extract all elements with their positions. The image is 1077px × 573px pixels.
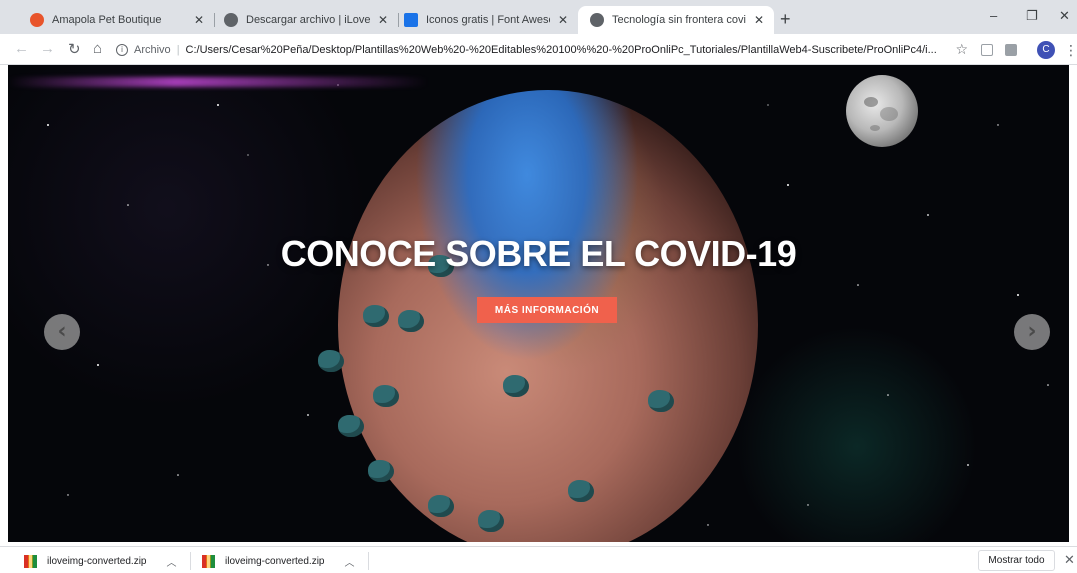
extension-icon[interactable] [981,44,993,56]
back-arrow-icon[interactable]: ← [14,40,29,57]
virus-spike [503,375,529,397]
close-window-icon[interactable]: ✕ [1059,8,1070,24]
menu-kebab-icon[interactable]: ⋮ [1064,42,1077,59]
download-filename: iloveimg-converted.zip [47,555,147,567]
virus-spike [428,495,454,517]
virus-spike [363,305,389,327]
download-filename: iloveimg-converted.zip [225,555,325,567]
tab-title: Descargar archivo | iLoveIMG [246,14,370,26]
tab-iloveimg[interactable]: Descargar archivo | iLoveIMG ✕ [212,6,399,34]
moon-image [846,75,918,147]
globe-icon [224,13,238,27]
bookmark-star-icon[interactable]: ☆ [955,41,968,58]
new-tab-button[interactable]: + [780,9,791,30]
download-item[interactable]: iloveimg-converted.zip ︿ [24,551,177,571]
home-icon[interactable]: ⌂ [93,40,102,57]
virus-spike [318,350,344,372]
info-icon[interactable]: i [116,43,128,56]
url-text[interactable]: C:/Users/Cesar%20Peña/Desktop/Plantillas… [186,44,937,56]
virus-spike [368,460,394,482]
light-streak [8,77,428,87]
address-bar[interactable]: i Archivo | C:/Users/Cesar%20Peña/Deskto… [116,37,968,62]
restore-icon[interactable]: ❐ [1026,8,1038,24]
tab-font-awesome[interactable]: Iconos gratis | Font Awesome ✕ [392,6,578,34]
minimize-icon[interactable]: – [990,8,997,23]
virus-spike [648,390,674,412]
tab-title: Amapola Pet Boutique [52,14,162,26]
virus-spike [338,415,364,437]
virus-spike [568,480,594,502]
carousel-next-icon[interactable]: › [1014,314,1050,350]
carousel-prev-icon[interactable]: ‹ [44,314,80,350]
tab-strip: Amapola Pet Boutique ✕ Descargar archivo… [0,0,1077,34]
tab-covid19-active[interactable]: Tecnología sin frontera covid19 ✕ [578,6,774,34]
zip-file-icon [24,554,37,568]
more-info-button[interactable]: MÁS INFORMACIÓN [477,297,617,323]
address-divider: | [176,43,180,56]
tab-title: Iconos gratis | Font Awesome [426,14,550,26]
globe-icon [590,13,604,27]
reload-icon[interactable]: ↻ [68,40,81,58]
zip-file-icon [202,554,215,568]
show-all-downloads-button[interactable]: Mostrar todo [978,550,1055,571]
download-divider [368,552,369,570]
virus-spike [478,510,504,532]
hero-carousel: CONOCE SOBRE EL COVID-19 MÁS INFORMACIÓN… [8,65,1069,542]
forward-arrow-icon[interactable]: → [40,40,55,57]
tab-amapola[interactable]: Amapola Pet Boutique ✕ [18,6,215,34]
extension-icon[interactable] [1005,44,1017,56]
close-tab-icon[interactable]: ✕ [192,13,206,27]
virus-spike [398,310,424,332]
hero-title: CONOCE SOBRE EL COVID-19 [280,233,797,274]
scheme-label: Archivo [134,43,171,56]
close-tab-icon[interactable]: ✕ [752,13,766,27]
download-bar: iloveimg-converted.zip ︿ iloveimg-conver… [0,546,1077,573]
close-download-bar-icon[interactable]: ✕ [1064,552,1075,568]
virus-spike [373,385,399,407]
profile-avatar[interactable]: C [1037,41,1055,59]
close-tab-icon[interactable]: ✕ [556,13,570,27]
chevron-up-icon[interactable]: ︿ [167,554,177,569]
download-item[interactable]: iloveimg-converted.zip ︿ [202,551,355,571]
tab-title: Tecnología sin frontera covid19 [612,14,746,26]
font-awesome-favicon-icon [404,13,418,27]
close-tab-icon[interactable]: ✕ [376,13,390,27]
chevron-up-icon[interactable]: ︿ [345,554,355,569]
amapola-favicon-icon [30,13,44,27]
browser-toolbar: ← → ↻ ⌂ i Archivo | C:/Users/Cesar%20Peñ… [0,34,1077,65]
download-divider [190,552,191,570]
